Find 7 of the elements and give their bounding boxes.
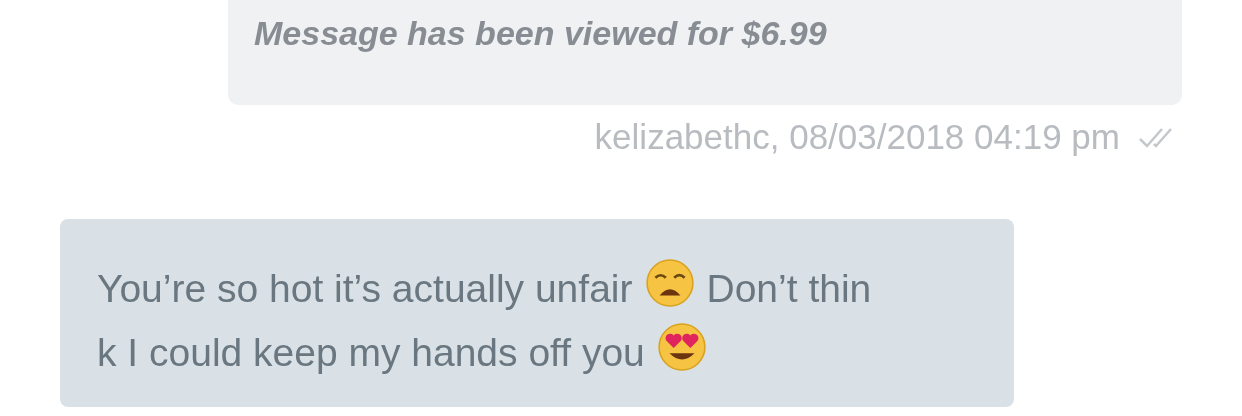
weary-face-icon <box>644 258 695 308</box>
message-text: Don’t thin <box>706 266 872 312</box>
message-text: You’re so hot it’s actually unfair <box>97 266 633 312</box>
message-meta: kelizabethc, 08/03/2018 04:19 pm <box>594 117 1120 157</box>
heart-eyes-face-icon <box>656 322 707 372</box>
message-text: k I could keep my hands off you <box>97 330 645 376</box>
paid-message-notice: Message has been viewed for $6.99 <box>254 14 827 52</box>
